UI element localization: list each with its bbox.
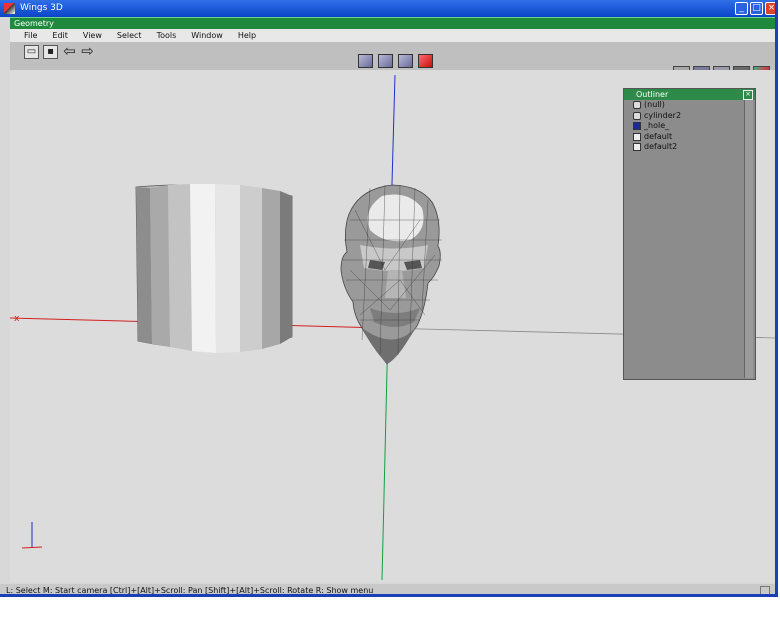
outliner-header[interactable]: Outliner ×	[624, 89, 755, 100]
menu-select[interactable]: Select	[117, 29, 142, 42]
minimize-button[interactable]: _	[735, 2, 748, 15]
outliner-item-hole[interactable]: _hole_	[624, 121, 755, 132]
open-file-icon[interactable]: ▭	[24, 45, 39, 59]
outliner-item-label: cylinder2	[644, 110, 682, 120]
menu-window[interactable]: Window	[191, 29, 223, 42]
maximize-button[interactable]: □	[750, 2, 763, 15]
toolbar: ▭ ▪ ⇦ ⇨	[10, 42, 775, 71]
material-blue-icon	[633, 122, 641, 130]
outliner-item-default[interactable]: default	[624, 132, 755, 143]
menu-view[interactable]: View	[83, 29, 102, 42]
close-button[interactable]: ×	[765, 2, 775, 15]
redo-arrow-icon[interactable]: ⇨	[80, 44, 95, 59]
material-icon	[633, 143, 641, 151]
mini-x-axis-icon	[21, 546, 43, 549]
body-mode-icon[interactable]	[418, 54, 433, 68]
status-help-text: L: Select M: Start camera [Ctrl]+[Alt]+S…	[6, 586, 374, 595]
outliner-item-default2[interactable]: default2	[624, 142, 755, 153]
status-bar: L: Select M: Start camera [Ctrl]+[Alt]+S…	[0, 584, 775, 595]
window-title: Wings 3D	[20, 3, 63, 13]
edge-mode-icon[interactable]	[378, 54, 393, 68]
outliner-title: Outliner	[636, 90, 669, 99]
material-icon	[633, 132, 641, 141]
save-file-icon[interactable]: ▪	[43, 45, 58, 59]
outliner-item-null[interactable]: (null)	[624, 100, 755, 111]
menu-bar: File Edit View Select Tools Window Help	[10, 29, 775, 42]
y-axis-line	[381, 327, 389, 581]
menu-file[interactable]: File	[24, 29, 37, 42]
outliner-close-button[interactable]: ×	[743, 90, 753, 100]
outliner-item-label: _hole_	[644, 121, 670, 130]
undo-arrow-icon[interactable]: ⇦	[62, 44, 77, 59]
object-icon	[633, 101, 641, 109]
outliner-item-label: (null)	[644, 100, 665, 109]
object-icon	[633, 111, 641, 120]
outliner-scrollbar[interactable]	[744, 100, 753, 378]
geometry-label: Geometry	[14, 19, 54, 28]
title-bar[interactable]: Wings 3D _ □ ×	[0, 0, 775, 17]
resize-grip-icon[interactable]	[760, 586, 770, 594]
outliner-item-label: default2	[644, 142, 678, 151]
face-mode-icon[interactable]	[398, 54, 413, 68]
menu-tools[interactable]: Tools	[157, 29, 177, 42]
x-axis-label-icon: x	[14, 314, 20, 324]
geometry-window-bar[interactable]: Geometry	[10, 17, 775, 29]
vertex-mode-icon[interactable]	[358, 54, 373, 68]
app-window: Wings 3D _ □ × Geometry File Edit View S…	[0, 0, 778, 597]
wings-logo-icon	[4, 3, 15, 14]
outliner-item-cylinder2[interactable]: cylinder2	[624, 111, 755, 122]
outliner-panel: Outliner × (null) cylinder2 _hole_ defau…	[623, 88, 756, 380]
head-model	[340, 184, 442, 365]
menu-help[interactable]: Help	[238, 29, 256, 42]
outliner-item-label: default	[644, 131, 673, 141]
menu-edit[interactable]: Edit	[52, 29, 68, 42]
cylinder-model	[135, 184, 293, 353]
